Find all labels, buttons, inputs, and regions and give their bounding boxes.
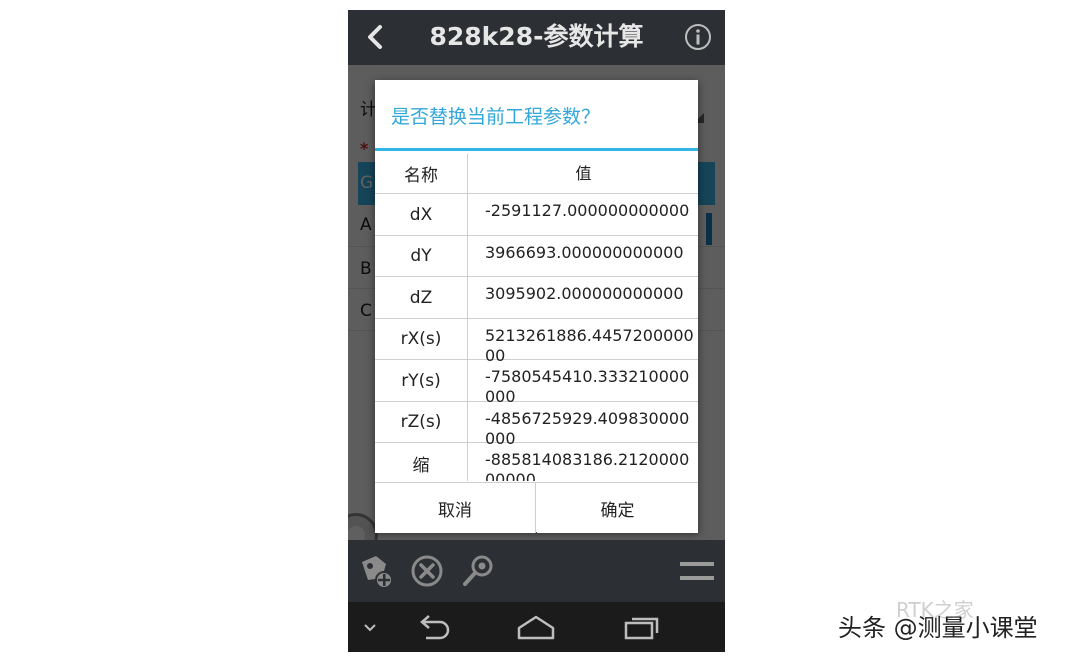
nav-recent-icon[interactable] <box>622 612 662 642</box>
param-name: rX(s) <box>375 319 468 359</box>
column-header-value: 值 <box>575 163 592 183</box>
dialog-button-bar: 取消 确定 <box>375 482 698 533</box>
phone-screen: 828k28-参数计算 计 * G A B C 是否替换当前工 <box>348 10 725 652</box>
chevron-down-icon[interactable] <box>362 612 378 642</box>
app-title: 828k28-参数计算 <box>429 22 644 51</box>
title-bar: 828k28-参数计算 <box>348 10 725 65</box>
ok-button[interactable]: 确定 <box>537 483 698 533</box>
column-header-name: 名称 <box>375 154 468 193</box>
param-value: 3095902.000000000000 <box>485 284 684 303</box>
param-value: -7580545410.333210000000 <box>485 367 690 406</box>
delete-circle-icon[interactable] <box>408 552 446 590</box>
nav-back-icon[interactable] <box>414 612 452 642</box>
param-name: dX <box>375 194 468 235</box>
add-point-icon[interactable] <box>356 552 394 590</box>
menu-icon[interactable] <box>678 552 716 590</box>
info-icon[interactable] <box>684 23 712 51</box>
table-header: 名称 值 <box>375 154 698 194</box>
param-value: 3966693.000000000000 <box>485 243 684 262</box>
table-row[interactable]: rY(s) -7580545410.333210000000 <box>375 360 698 406</box>
table-row[interactable]: dX -2591127.000000000000 <box>375 194 698 236</box>
param-table[interactable]: 名称 值 dX -2591127.000000000000 dY 3966693… <box>375 154 698 481</box>
dialog-divider <box>375 148 698 151</box>
stage: 828k28-参数计算 计 * G A B C 是否替换当前工 <box>0 0 1080 662</box>
param-name: dY <box>375 236 468 276</box>
nav-home-icon[interactable] <box>516 612 556 642</box>
chevron-left-icon[interactable] <box>362 23 390 51</box>
cancel-button[interactable]: 取消 <box>375 483 536 533</box>
search-point-icon[interactable] <box>460 552 498 590</box>
bottom-toolbar <box>348 540 725 602</box>
table-row[interactable]: rX(s) 5213261886.445720000000 <box>375 319 698 365</box>
confirm-dialog: 是否替换当前工程参数？ 名称 值 dX -2591127.00000000000… <box>375 80 698 533</box>
table-row[interactable]: 缩 -885814083186.212000000000 <box>375 443 698 481</box>
table-row[interactable]: dY 3966693.000000000000 <box>375 236 698 277</box>
param-value: -885814083186.212000000000 <box>485 450 690 481</box>
param-name: dZ <box>375 277 468 318</box>
watermark-text: 头条 @测量小课堂 <box>838 614 1038 642</box>
param-name: 缩 <box>375 443 468 481</box>
param-name: rZ(s) <box>375 402 468 442</box>
param-value: -2591127.000000000000 <box>485 201 690 220</box>
system-nav-bar <box>348 602 725 652</box>
param-name: rY(s) <box>375 360 468 401</box>
table-row[interactable]: rZ(s) -4856725929.409830000000 <box>375 402 698 448</box>
dialog-title: 是否替换当前工程参数？ <box>391 106 601 128</box>
table-row[interactable]: dZ 3095902.000000000000 <box>375 277 698 319</box>
